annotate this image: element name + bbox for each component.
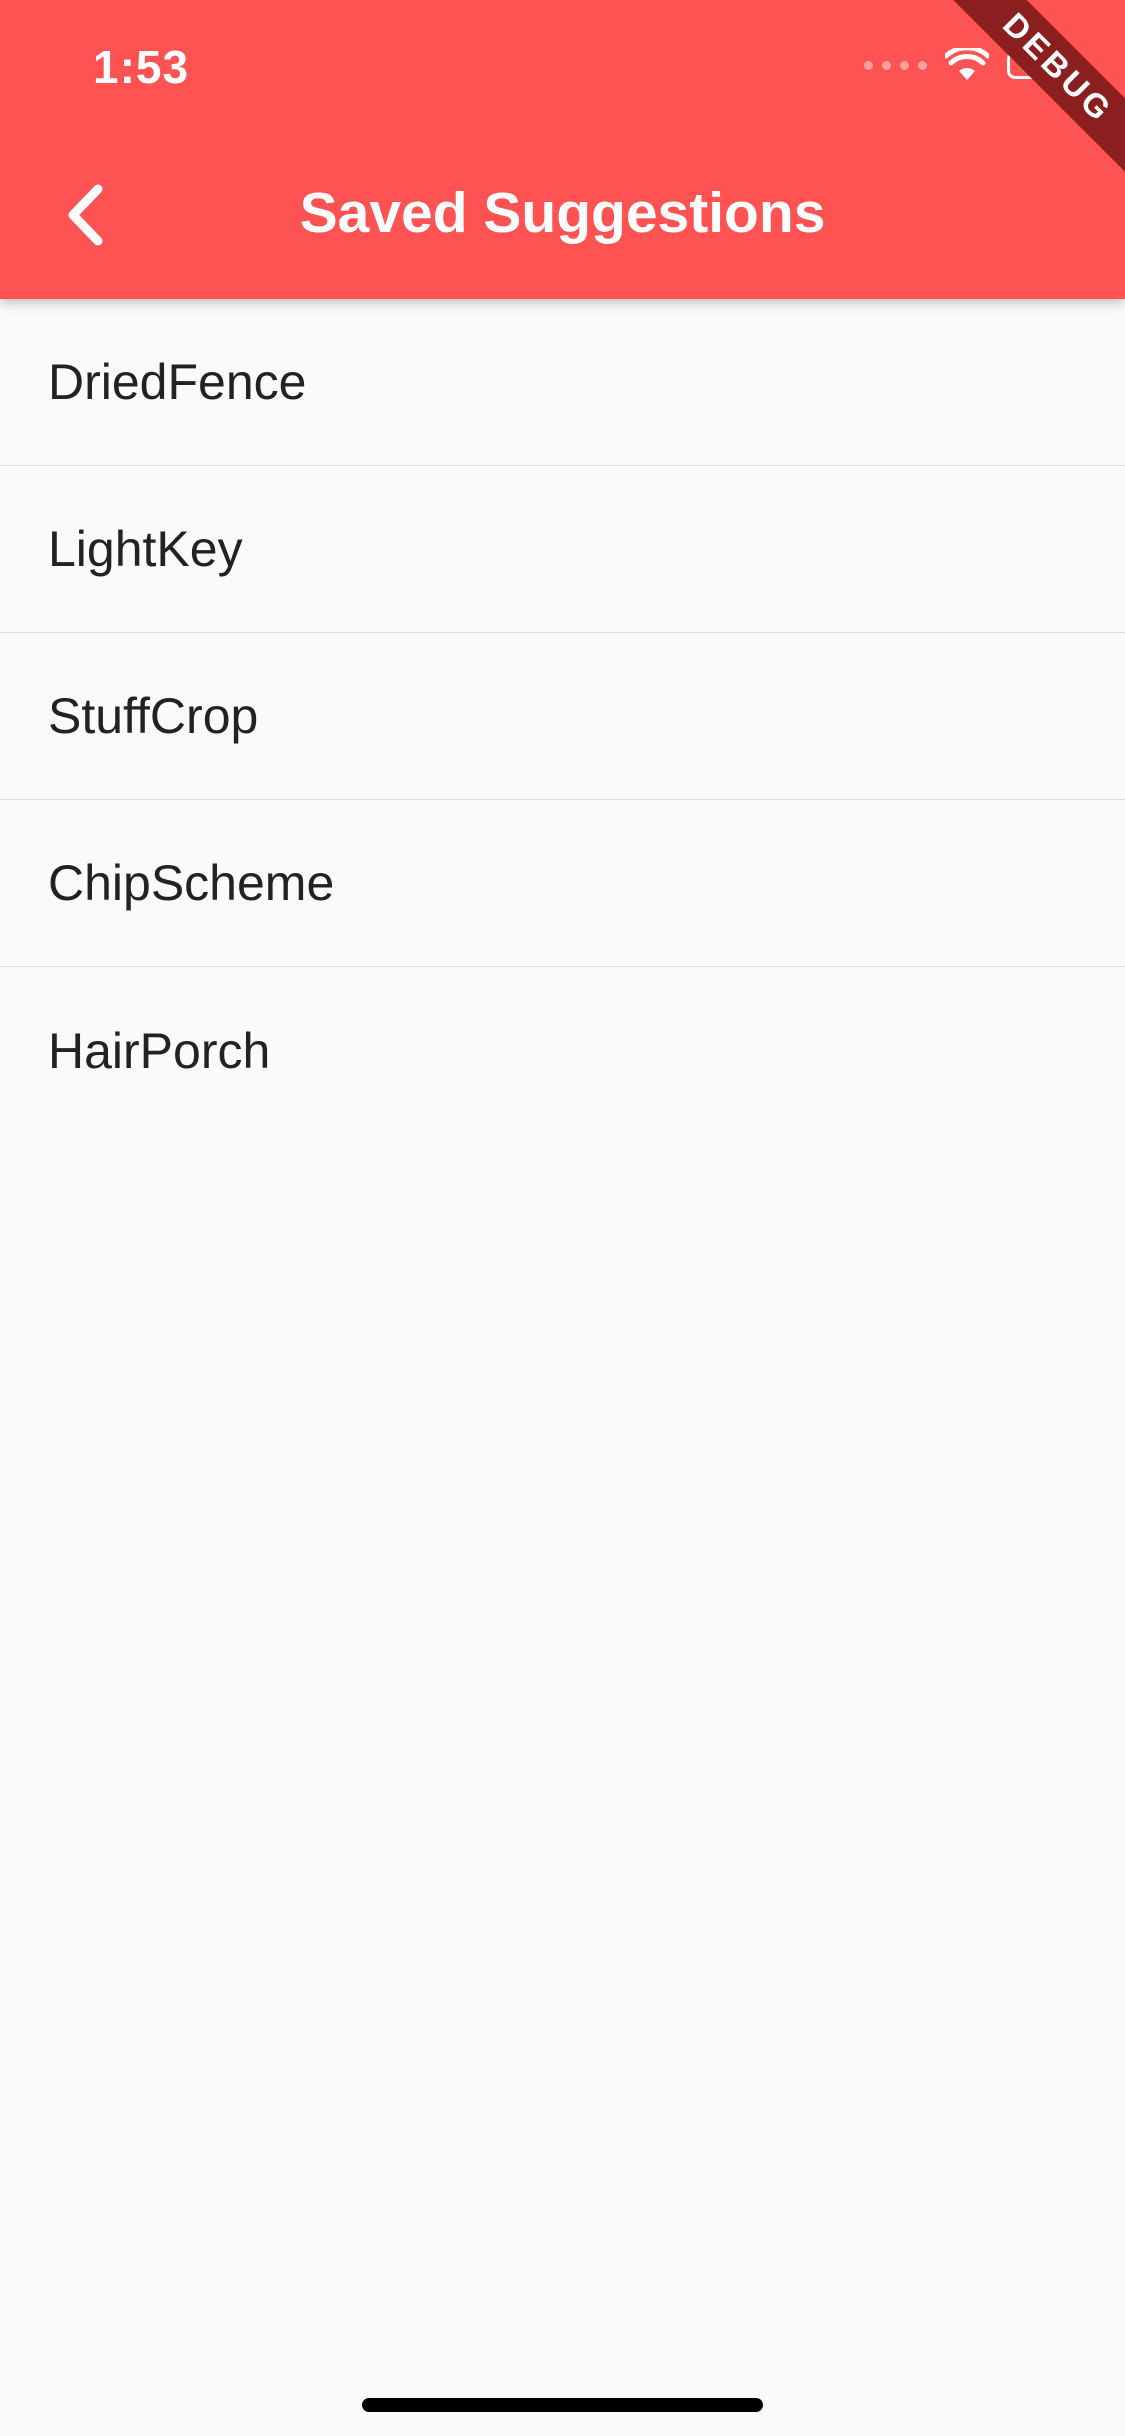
app-bar: 1:53 DEBUG Saved Suggestions bbox=[0, 0, 1125, 299]
suggestions-list: DriedFence LightKey StuffCrop ChipScheme… bbox=[0, 299, 1125, 1134]
list-item-label: LightKey bbox=[48, 521, 243, 577]
status-time: 1:53 bbox=[93, 41, 190, 93]
screen: 1:53 DEBUG Saved Suggestions DriedFence bbox=[0, 0, 1125, 2436]
list-item[interactable]: StuffCrop bbox=[0, 633, 1125, 800]
page-title: Saved Suggestions bbox=[299, 181, 826, 245]
home-indicator[interactable] bbox=[362, 2398, 763, 2412]
list-item-label: ChipScheme bbox=[48, 855, 335, 911]
signal-icon bbox=[864, 60, 927, 70]
list-item-label: DriedFence bbox=[48, 354, 307, 410]
debug-banner: DEBUG bbox=[937, 0, 1125, 189]
list-item[interactable]: DriedFence bbox=[0, 299, 1125, 466]
list-item[interactable]: LightKey bbox=[0, 466, 1125, 633]
list-item-label: HairPorch bbox=[48, 1022, 271, 1079]
list-item[interactable]: HairPorch bbox=[0, 967, 1125, 1134]
list-item[interactable]: ChipScheme bbox=[0, 800, 1125, 967]
wifi-icon bbox=[945, 48, 989, 80]
list-item-label: StuffCrop bbox=[48, 688, 259, 744]
